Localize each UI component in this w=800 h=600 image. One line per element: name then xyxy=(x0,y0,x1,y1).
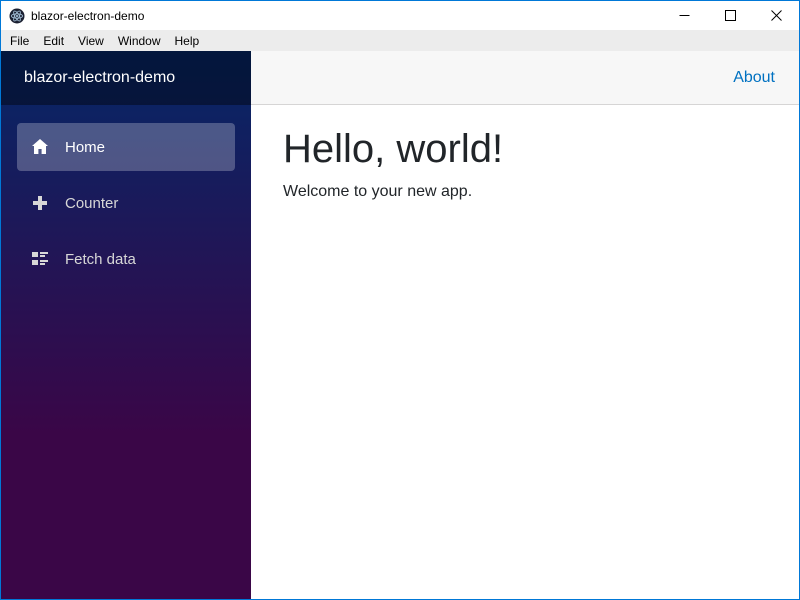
list-rich-icon xyxy=(32,251,48,267)
plus-icon xyxy=(32,195,48,211)
sidebar-brand[interactable]: blazor-electron-demo xyxy=(1,51,251,105)
menubar: File Edit View Window Help xyxy=(1,30,799,51)
sidebar-item-label: Home xyxy=(65,138,106,156)
about-link[interactable]: About xyxy=(733,69,775,87)
menu-window[interactable]: Window xyxy=(111,32,168,50)
sidebar-item-counter[interactable]: Counter xyxy=(17,179,235,227)
main-panel: About Hello, world! Welcome to your new … xyxy=(251,51,799,599)
app-window: blazor-electron-demo File Edit View Wind… xyxy=(0,0,800,600)
page-subtitle: Welcome to your new app. xyxy=(283,183,473,200)
page-content: Hello, world! Welcome to your new app. xyxy=(251,105,799,221)
close-icon xyxy=(770,10,782,21)
menu-view[interactable]: View xyxy=(71,32,111,50)
sidebar-item-label: Fetch data xyxy=(65,250,136,268)
sidebar-item-fetch-data[interactable]: Fetch data xyxy=(17,235,235,283)
electron-app-icon[interactable] xyxy=(9,8,25,24)
minimize-button[interactable] xyxy=(661,1,707,30)
window-title: blazor-electron-demo xyxy=(31,8,145,23)
menu-edit[interactable]: Edit xyxy=(36,32,71,50)
maximize-button[interactable] xyxy=(707,1,753,30)
nav-menu: Home Counter Fetch data xyxy=(1,105,251,291)
page-title: Hello, world! xyxy=(283,127,504,171)
minimize-icon xyxy=(679,15,689,16)
sidebar-item-home[interactable]: Home xyxy=(17,123,235,171)
sidebar: blazor-electron-demo Home Counter Fetch … xyxy=(1,51,251,599)
close-button[interactable] xyxy=(753,1,799,30)
top-row: About xyxy=(251,51,799,105)
sidebar-item-label: Counter xyxy=(65,194,119,212)
sidebar-brand-label: blazor-electron-demo xyxy=(24,69,176,86)
maximize-icon xyxy=(724,10,736,21)
home-icon xyxy=(32,139,48,155)
window-controls xyxy=(661,1,799,30)
menu-file[interactable]: File xyxy=(3,32,36,50)
menu-help[interactable]: Help xyxy=(168,32,207,50)
titlebar[interactable]: blazor-electron-demo xyxy=(1,1,799,30)
app-body: blazor-electron-demo Home Counter Fetch … xyxy=(1,51,799,599)
